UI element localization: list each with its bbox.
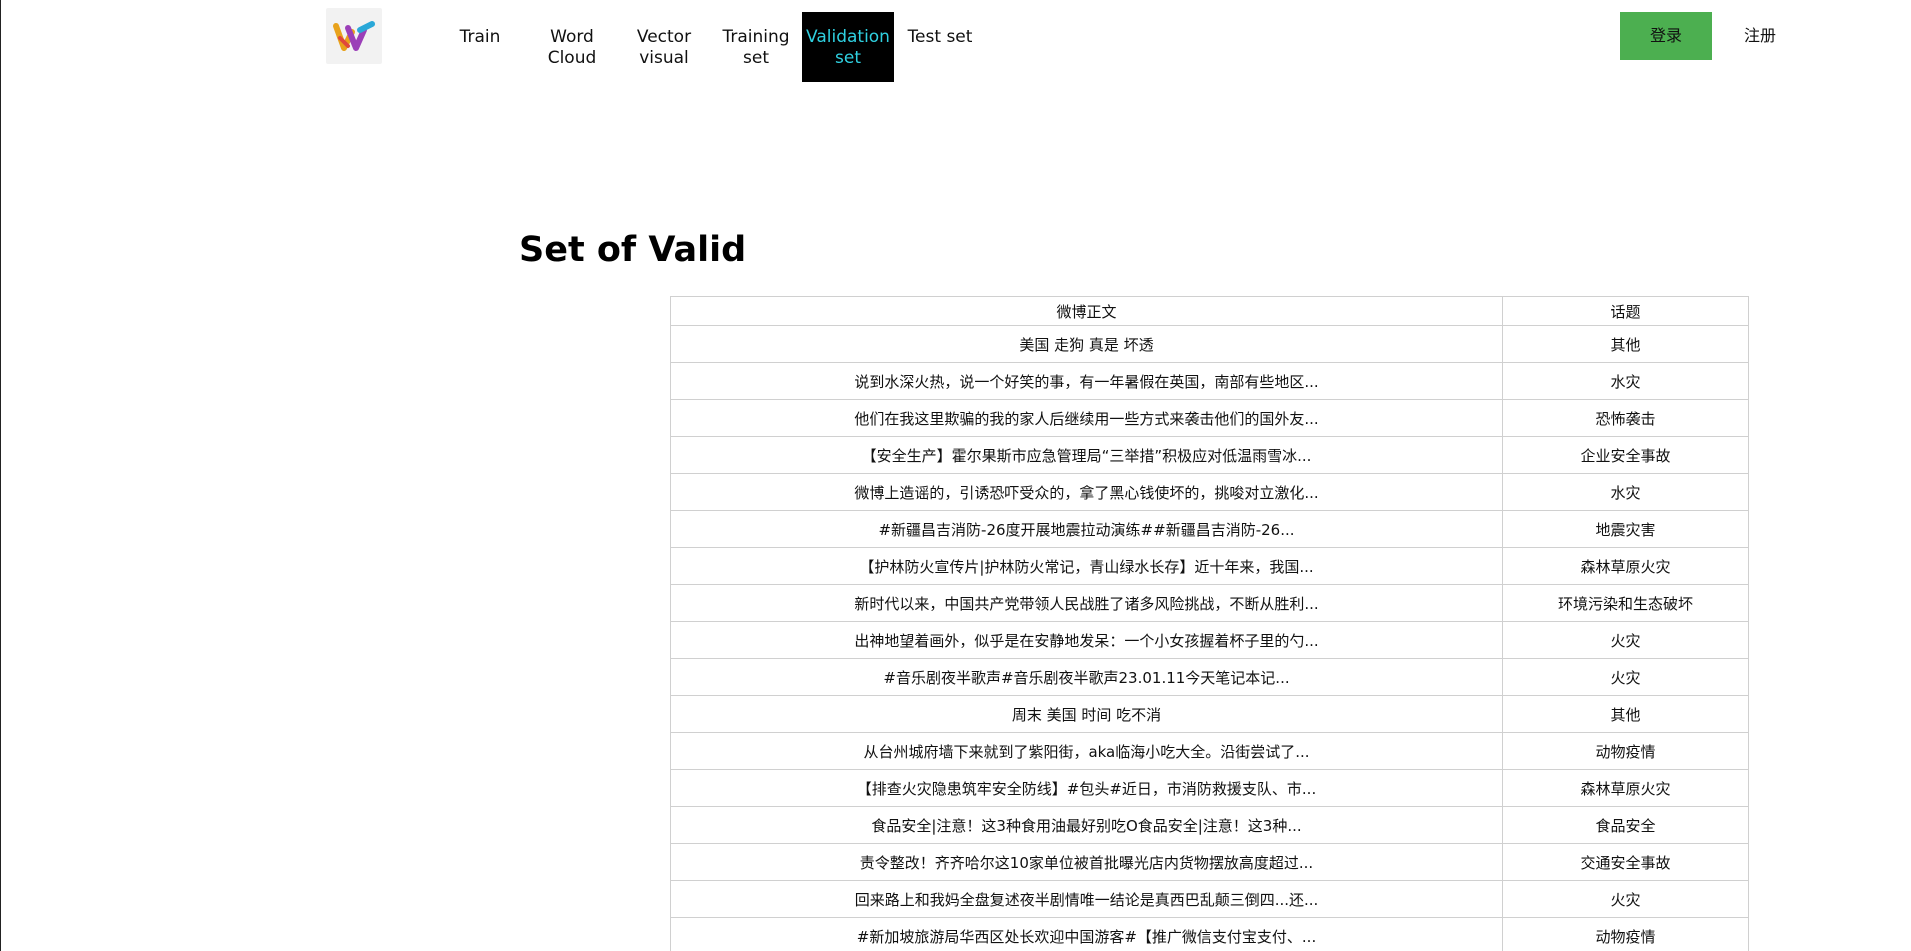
table-cell-topic: 火灾 — [1502, 880, 1749, 918]
colorful-w-logo-icon — [333, 21, 375, 51]
table-cell-weibo-text: 食品安全|注意！这3种食用油最好别吃O食品安全|注意！这3种... — [670, 806, 1503, 844]
table-body: 美国 走狗 真是 坏透 其他 说到水深火热，说一个好笑的事，有一年暑假在英国，南部有… — [670, 325, 1749, 951]
table-cell-topic: 水灾 — [1502, 362, 1749, 400]
table-cell-weibo-text: 【排查火灾隐患筑牢安全防线】#包头#近日，市消防救援支队、市... — [670, 769, 1503, 807]
table-row: 说到水深火热，说一个好笑的事，有一年暑假在英国，南部有些地区... 水灾 — [670, 362, 1749, 400]
table-cell-weibo-text: 新时代以来，中国共产党带领人民战胜了诸多风险挑战，不断从胜利... — [670, 584, 1503, 622]
table-row: #音乐剧夜半歌声#音乐剧夜半歌声23.01.11今天笔记本记... 火灾 — [670, 658, 1749, 696]
table-cell-topic: 食品安全 — [1502, 806, 1749, 844]
column-header-weibo-text: 微博正文 — [670, 296, 1503, 326]
logo[interactable] — [326, 8, 382, 64]
table-header-row: 微博正文 话题 — [670, 296, 1749, 326]
top-navbar: Train Word Cloud Vector visual Training … — [1, 0, 1911, 95]
table-row: #新加坡旅游局华西区处长欢迎中国游客#【推广微信支付宝支付、... 动物疫情 — [670, 917, 1749, 951]
nav-item-label: Word Cloud — [547, 27, 597, 68]
table-cell-weibo-text: #音乐剧夜半歌声#音乐剧夜半歌声23.01.11今天笔记本记... — [670, 658, 1503, 696]
nav-item-word-cloud[interactable]: Word Cloud — [526, 12, 618, 82]
table-cell-topic: 交通安全事故 — [1502, 843, 1749, 881]
nav-item-training-set[interactable]: Training set — [710, 12, 802, 82]
table-cell-topic: 其他 — [1502, 695, 1749, 733]
table-cell-weibo-text: 责令整改！齐齐哈尔这10家单位被首批曝光店内货物摆放高度超过... — [670, 843, 1503, 881]
table-cell-weibo-text: #新加坡旅游局华西区处长欢迎中国游客#【推广微信支付宝支付、... — [670, 917, 1503, 951]
table-row: 美国 走狗 真是 坏透 其他 — [670, 325, 1749, 363]
table-row: 微博上造谣的，引诱恐吓受众的，拿了黑心钱使坏的，挑唆对立激化... 水灾 — [670, 473, 1749, 511]
nav-item-label: Training set — [722, 27, 790, 68]
table-cell-topic: 火灾 — [1502, 621, 1749, 659]
table-cell-topic: 森林草原火灾 — [1502, 547, 1749, 585]
table-cell-topic: 恐怖袭击 — [1502, 399, 1749, 437]
table-row: 周末 美国 时间 吃不消 其他 — [670, 695, 1749, 733]
page-title: Set of Valid — [519, 230, 747, 270]
table-row: 新时代以来，中国共产党带领人民战胜了诸多风险挑战，不断从胜利... 环境污染和生态… — [670, 584, 1749, 622]
table-cell-topic: 企业安全事故 — [1502, 436, 1749, 474]
table-cell-topic: 火灾 — [1502, 658, 1749, 696]
register-link[interactable]: 注册 — [1726, 12, 1794, 60]
browser-viewport: Train Word Cloud Vector visual Training … — [0, 0, 1911, 951]
table-cell-weibo-text: 微博上造谣的，引诱恐吓受众的，拿了黑心钱使坏的，挑唆对立激化... — [670, 473, 1503, 511]
table-cell-topic: 动物疫情 — [1502, 917, 1749, 951]
table-row: 回来路上和我妈全盘复述夜半剧情唯一结论是真西巴乱颠三倒四...还... 火灾 — [670, 880, 1749, 918]
table-cell-weibo-text: 美国 走狗 真是 坏透 — [670, 325, 1503, 363]
table-cell-weibo-text: 说到水深火热，说一个好笑的事，有一年暑假在英国，南部有些地区... — [670, 362, 1503, 400]
table-cell-topic: 动物疫情 — [1502, 732, 1749, 770]
login-button[interactable]: 登录 — [1620, 12, 1712, 60]
table-row: 【护林防火宣传片|护林防火常记，青山绿水长存】近十年来，我国... 森林草原火灾 — [670, 547, 1749, 585]
nav-item-label: Test set — [907, 27, 973, 47]
table-cell-weibo-text: 【护林防火宣传片|护林防火常记，青山绿水长存】近十年来，我国... — [670, 547, 1503, 585]
table-cell-weibo-text: 他们在我这里欺骗的我的家人后继续用一些方式来袭击他们的国外友... — [670, 399, 1503, 437]
table-cell-weibo-text: 【安全生产】霍尔果斯市应急管理局“三举措”积极应对低温雨雪冰... — [670, 436, 1503, 474]
table-cell-weibo-text: #新疆昌吉消防-26度开展地震拉动演练##新疆昌吉消防-26... — [670, 510, 1503, 548]
nav-item-validation-set[interactable]: Validation set — [802, 12, 894, 82]
table-cell-topic: 水灾 — [1502, 473, 1749, 511]
table-cell-weibo-text: 出神地望着画外，似乎是在安静地发呆：一个小女孩握着杯子里的勺... — [670, 621, 1503, 659]
nav-item-test-set[interactable]: Test set — [894, 12, 986, 82]
table-row: 出神地望着画外，似乎是在安静地发呆：一个小女孩握着杯子里的勺... 火灾 — [670, 621, 1749, 659]
nav-item-train[interactable]: Train — [434, 12, 526, 82]
table-cell-topic: 地震灾害 — [1502, 510, 1749, 548]
nav-item-label: Vector visual — [636, 27, 692, 68]
table-row: 他们在我这里欺骗的我的家人后继续用一些方式来袭击他们的国外友... 恐怖袭击 — [670, 399, 1749, 437]
nav-item-label: Train — [459, 27, 501, 47]
nav-item-vector-visual[interactable]: Vector visual — [618, 12, 710, 82]
table-cell-topic: 森林草原火灾 — [1502, 769, 1749, 807]
table-row: 责令整改！齐齐哈尔这10家单位被首批曝光店内货物摆放高度超过... 交通安全事故 — [670, 843, 1749, 881]
table-row: 食品安全|注意！这3种食用油最好别吃O食品安全|注意！这3种... 食品安全 — [670, 806, 1749, 844]
table-row: 从台州城府墙下来就到了紫阳街，aka临海小吃大全。沿街尝试了... 动物疫情 — [670, 732, 1749, 770]
table-cell-weibo-text: 回来路上和我妈全盘复述夜半剧情唯一结论是真西巴乱颠三倒四...还... — [670, 880, 1503, 918]
table-cell-weibo-text: 周末 美国 时间 吃不消 — [670, 695, 1503, 733]
validation-data-table: 微博正文 话题 美国 走狗 真是 坏透 其他 说到水深火热，说一个好笑的事，有一年暑… — [670, 296, 1749, 951]
table-row: 【排查火灾隐患筑牢安全防线】#包头#近日，市消防救援支队、市... 森林草原火灾 — [670, 769, 1749, 807]
table-row: #新疆昌吉消防-26度开展地震拉动演练##新疆昌吉消防-26... 地震灾害 — [670, 510, 1749, 548]
nav-item-label: Validation set — [806, 27, 890, 68]
table-cell-weibo-text: 从台州城府墙下来就到了紫阳街，aka临海小吃大全。沿街尝试了... — [670, 732, 1503, 770]
table-cell-topic: 其他 — [1502, 325, 1749, 363]
table-cell-topic: 环境污染和生态破坏 — [1502, 584, 1749, 622]
table-row: 【安全生产】霍尔果斯市应急管理局“三举措”积极应对低温雨雪冰... 企业安全事故 — [670, 436, 1749, 474]
column-header-topic: 话题 — [1502, 296, 1749, 326]
